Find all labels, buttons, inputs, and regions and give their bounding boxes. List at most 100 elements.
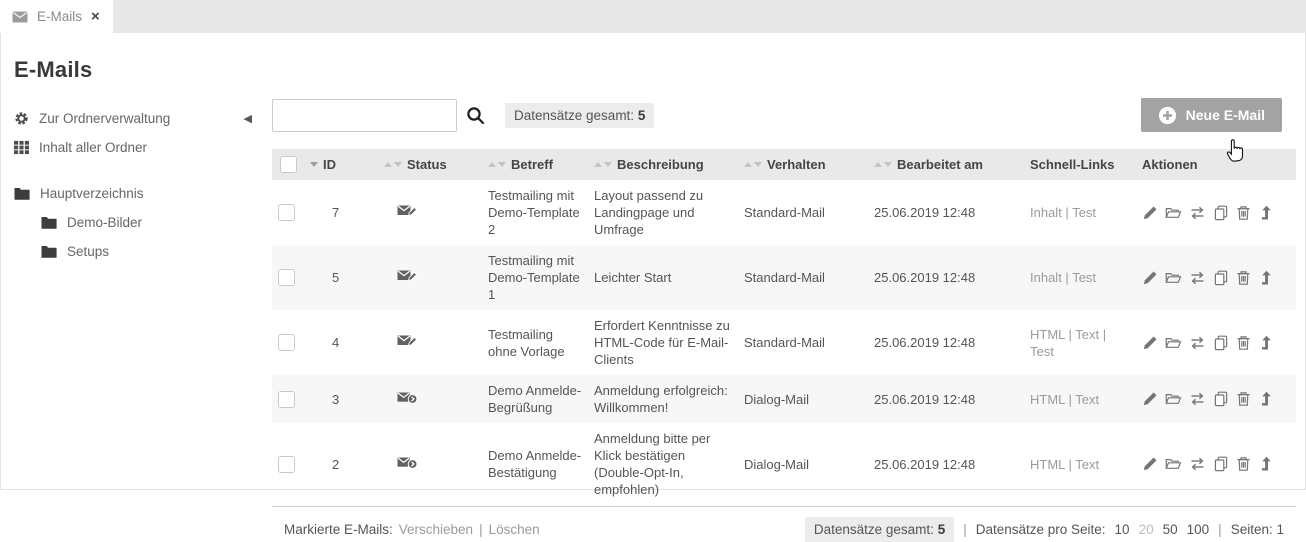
quick-link-test[interactable]: Test: [1072, 270, 1096, 285]
envelope-edit-icon: [384, 261, 488, 294]
column-header-id[interactable]: ID: [323, 157, 336, 172]
cell-bearbeitet-am: 25.06.2019 12:48: [874, 327, 1030, 358]
cell-verhalten: Standard-Mail: [744, 262, 874, 293]
row-checkbox[interactable]: [278, 334, 295, 351]
edit-icon[interactable]: [1142, 456, 1158, 472]
sidebar-item-ordnerverwaltung[interactable]: Zur Ordnerverwaltung: [14, 110, 262, 126]
page-title: E-Mails: [0, 33, 1306, 83]
delete-marked-link[interactable]: Löschen: [489, 522, 540, 537]
folder-setups[interactable]: Setups: [14, 243, 262, 259]
column-header-bearbeitet-am[interactable]: Bearbeitet am: [897, 157, 983, 172]
open-folder-icon[interactable]: [1165, 456, 1182, 472]
sort-desc-icon[interactable]: [394, 162, 402, 167]
table-header: ID Status Betreff Beschreibung Verhalten…: [272, 149, 1296, 180]
duplicate-icon[interactable]: [1213, 456, 1229, 472]
open-folder-icon[interactable]: [1165, 270, 1182, 286]
quick-link-inhalt[interactable]: Inhalt: [1030, 270, 1062, 285]
move-marked-link[interactable]: Verschieben: [399, 522, 473, 537]
cell-beschreibung: Layout passend zu Landingpage und Umfrag…: [594, 180, 744, 245]
gear-icon: [14, 111, 29, 126]
cell-bearbeitet-am: 25.06.2019 12:48: [874, 262, 1030, 293]
swap-icon[interactable]: [1189, 205, 1206, 221]
cell-betreff: Demo Anmelde-Bestätigung: [488, 440, 594, 488]
quick-link-inhalt[interactable]: Inhalt: [1030, 205, 1062, 220]
sort-desc-icon[interactable]: [498, 162, 506, 167]
folder-demo-bilder[interactable]: Demo-Bilder: [14, 214, 262, 230]
page-size-10[interactable]: 10: [1115, 522, 1130, 537]
open-folder-icon[interactable]: [1165, 391, 1182, 407]
page-size-100[interactable]: 100: [1187, 522, 1210, 537]
row-checkbox[interactable]: [278, 456, 295, 473]
sort-desc-icon[interactable]: [884, 162, 892, 167]
close-icon[interactable]: ×: [91, 9, 100, 24]
separator: |: [1065, 327, 1075, 342]
search-icon[interactable]: [466, 106, 485, 125]
sort-desc-icon[interactable]: [754, 162, 762, 167]
row-checkbox[interactable]: [278, 204, 295, 221]
table-body: 7 Testmailing mit Demo-Template 2 Layout…: [272, 180, 1296, 505]
duplicate-icon[interactable]: [1213, 335, 1229, 351]
move-up-icon[interactable]: [1258, 205, 1273, 221]
quick-link-html[interactable]: HTML: [1030, 457, 1065, 472]
sort-asc-icon[interactable]: [594, 162, 602, 167]
sort-desc-icon[interactable]: [604, 162, 612, 167]
duplicate-icon[interactable]: [1213, 391, 1229, 407]
select-all-checkbox[interactable]: [280, 156, 297, 173]
new-email-button[interactable]: Neue E-Mail: [1141, 98, 1282, 132]
sort-asc-icon[interactable]: [874, 162, 882, 167]
cell-beschreibung: Anmeldung bitte per Klick bestätigen (Do…: [594, 423, 744, 505]
swap-icon[interactable]: [1189, 391, 1206, 407]
delete-icon[interactable]: [1236, 391, 1251, 407]
column-header-beschreibung[interactable]: Beschreibung: [617, 157, 704, 172]
cell-id: 3: [310, 384, 384, 415]
row-checkbox[interactable]: [278, 269, 295, 286]
row-checkbox[interactable]: [278, 391, 295, 408]
folder-hauptverzeichnis[interactable]: Hauptverzeichnis: [14, 185, 262, 201]
page-size-options: 102050100: [1115, 522, 1210, 537]
edit-icon[interactable]: [1142, 391, 1158, 407]
search-input[interactable]: [272, 99, 457, 132]
column-header-verhalten[interactable]: Verhalten: [767, 157, 826, 172]
delete-icon[interactable]: [1236, 205, 1251, 221]
quick-link-text[interactable]: Text: [1075, 392, 1099, 407]
quick-link-html[interactable]: HTML: [1030, 327, 1065, 342]
quick-link-test[interactable]: Test: [1072, 205, 1096, 220]
open-folder-icon[interactable]: [1165, 335, 1182, 351]
collapse-sidebar-icon[interactable]: ◀: [244, 112, 252, 125]
edit-icon[interactable]: [1142, 205, 1158, 221]
edit-icon[interactable]: [1142, 270, 1158, 286]
sidebar-item-inhalt-aller-ordner[interactable]: Inhalt aller Ordner: [14, 139, 262, 155]
delete-icon[interactable]: [1236, 335, 1251, 351]
swap-icon[interactable]: [1189, 456, 1206, 472]
sort-asc-icon[interactable]: [488, 162, 496, 167]
tab-bar: E-Mails ×: [0, 0, 1306, 33]
pagination: Datensätze gesamt: 5 | Datensätze pro Se…: [805, 517, 1284, 542]
quick-link-html[interactable]: HTML: [1030, 392, 1065, 407]
table-row: 4 Testmailing ohne Vorlage Erfordert Ken…: [272, 310, 1296, 375]
quick-link-text[interactable]: Text: [1075, 457, 1099, 472]
move-up-icon[interactable]: [1258, 270, 1273, 286]
tab-emails[interactable]: E-Mails ×: [0, 0, 113, 33]
envelope-send-icon: [384, 383, 488, 416]
quick-link-test[interactable]: Test: [1030, 344, 1054, 359]
duplicate-icon[interactable]: [1213, 270, 1229, 286]
page-size-50[interactable]: 50: [1163, 522, 1178, 537]
column-header-betreff[interactable]: Betreff: [511, 157, 553, 172]
move-up-icon[interactable]: [1258, 456, 1273, 472]
open-folder-icon[interactable]: [1165, 205, 1182, 221]
main-content: Datensätze gesamt: 5 Neue E-Mail ID Stat…: [272, 97, 1296, 542]
sort-asc-icon[interactable]: [744, 162, 752, 167]
move-up-icon[interactable]: [1258, 391, 1273, 407]
pages-count: Seiten: 1: [1231, 522, 1284, 537]
sort-asc-icon[interactable]: [384, 162, 392, 167]
column-header-status[interactable]: Status: [407, 157, 447, 172]
swap-icon[interactable]: [1189, 270, 1206, 286]
delete-icon[interactable]: [1236, 456, 1251, 472]
swap-icon[interactable]: [1189, 335, 1206, 351]
delete-icon[interactable]: [1236, 270, 1251, 286]
move-up-icon[interactable]: [1258, 335, 1273, 351]
sort-desc-icon[interactable]: [310, 162, 318, 167]
edit-icon[interactable]: [1142, 335, 1158, 351]
duplicate-icon[interactable]: [1213, 205, 1229, 221]
quick-link-text[interactable]: Text: [1075, 327, 1099, 342]
